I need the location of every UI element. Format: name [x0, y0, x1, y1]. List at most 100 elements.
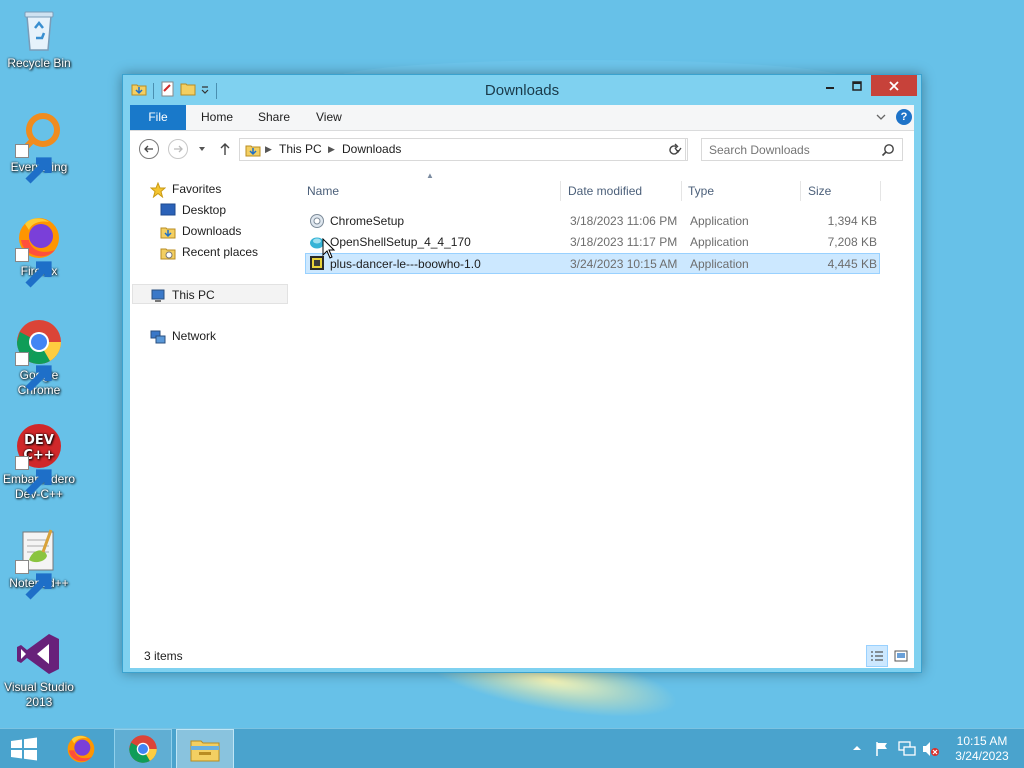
nav-this-pc[interactable]: This PC	[132, 284, 288, 304]
file-type: Application	[690, 235, 749, 249]
close-icon	[889, 80, 899, 91]
column-separator[interactable]	[560, 181, 561, 201]
search-icon[interactable]	[881, 143, 895, 160]
star-icon	[149, 181, 167, 204]
windows-logo-icon	[11, 737, 37, 761]
breadcrumb-this-pc[interactable]: This PC	[279, 142, 322, 156]
help-button[interactable]: ?	[896, 109, 912, 125]
refresh-button[interactable]	[663, 138, 686, 161]
details-view-button[interactable]	[866, 645, 888, 667]
expand-ribbon-button[interactable]	[874, 110, 888, 124]
up-button[interactable]	[214, 138, 236, 160]
forward-arrow-icon	[168, 139, 188, 159]
recent-locations-button[interactable]	[194, 138, 210, 160]
file-row[interactable]: OpenShellSetup_4_4_170 3/18/2023 11:17 P…	[305, 232, 880, 253]
chevron-down-icon	[199, 147, 205, 151]
network-status-icon[interactable]	[898, 741, 916, 760]
notepadpp-icon	[15, 526, 63, 600]
tab-file[interactable]: File	[130, 105, 186, 130]
column-separator[interactable]	[880, 181, 881, 201]
desktop-icon-recycle-bin[interactable]: Recycle Bin	[0, 6, 78, 71]
search-box[interactable]	[701, 138, 903, 161]
downloads-folder-icon	[160, 224, 176, 246]
file-list: ▲ Name Date modified Type Size ChromeSet…	[305, 171, 910, 641]
shortcut-arrow-icon	[15, 560, 52, 600]
shortcut-arrow-icon	[15, 144, 52, 184]
file-row[interactable]: ChromeSetup 3/18/2023 11:06 PM Applicati…	[305, 211, 880, 232]
title-bar[interactable]: Downloads	[123, 75, 921, 105]
devcpp-icon: DEV C++	[15, 422, 63, 496]
chevron-up-icon	[853, 746, 861, 750]
file-explorer-icon	[190, 740, 220, 762]
nav-downloads-label: Downloads	[182, 224, 242, 238]
taskbar-firefox[interactable]	[52, 729, 110, 768]
tab-home[interactable]: Home	[201, 105, 233, 130]
desktop-icon-firefox[interactable]: Firefox	[0, 214, 78, 288]
ribbon-tabs: File Home Share View ?	[130, 105, 914, 131]
desktop-icon-chrome[interactable]: Google Chrome	[0, 318, 78, 398]
address-bar[interactable]: ▶ This PC ▶ Downloads	[239, 138, 688, 161]
file-date-modified: 3/18/2023 11:17 PM	[570, 235, 678, 249]
firefox-icon	[67, 735, 95, 763]
chrome-icon	[129, 735, 157, 763]
close-button[interactable]	[871, 75, 917, 96]
file-date-modified: 3/18/2023 11:06 PM	[570, 214, 678, 228]
desktop-icon-devcpp[interactable]: DEV C++ Embarcadero Dev-C++	[0, 422, 78, 502]
taskbar-file-explorer[interactable]	[176, 729, 234, 768]
column-header-date-modified[interactable]: Date modified	[568, 179, 642, 203]
column-header-type[interactable]: Type	[688, 179, 714, 203]
start-button[interactable]	[0, 729, 48, 768]
desktop-icon-visual-studio[interactable]: Visual Studio 2013	[0, 630, 78, 710]
desktop-icon-notepadpp[interactable]: Notepad++	[0, 526, 78, 600]
minimize-button[interactable]	[817, 75, 843, 96]
chevron-down-icon	[876, 114, 886, 120]
recycle-bin-icon	[15, 6, 63, 54]
file-size: 1,394 KB	[827, 214, 877, 228]
back-button[interactable]	[138, 138, 160, 160]
taskbar-chrome[interactable]	[114, 729, 172, 768]
search-input[interactable]	[702, 139, 877, 160]
nav-favorites-label: Favorites	[172, 182, 222, 196]
taskbar: 10:15 AM 3/24/2023	[0, 728, 1024, 768]
column-separator[interactable]	[800, 181, 801, 201]
forward-button[interactable]	[167, 138, 189, 160]
everything-search-icon	[15, 110, 63, 184]
clock-time: 10:15 AM	[956, 734, 1008, 748]
refresh-icon	[669, 143, 679, 155]
file-size: 4,445 KB	[827, 257, 877, 271]
action-center-flag-icon[interactable]	[874, 741, 890, 760]
computer-icon	[150, 288, 166, 310]
navigation-bar: ▶ This PC ▶ Downloads	[130, 131, 914, 171]
column-separator[interactable]	[681, 181, 682, 201]
desktop-icon-label: Visual Studio 2013	[4, 680, 74, 709]
breadcrumb-downloads[interactable]: Downloads	[342, 142, 401, 156]
tab-view[interactable]: View	[316, 105, 342, 130]
minimize-icon	[826, 86, 834, 89]
mouse-cursor-icon	[322, 237, 336, 263]
details-view-icon	[871, 651, 883, 661]
shortcut-arrow-icon	[15, 248, 52, 288]
file-row-selected[interactable]: plus-dancer-le---boowho-1.0 3/24/2023 10…	[305, 253, 880, 274]
file-type: Application	[690, 257, 749, 271]
desktop-icon-everything[interactable]: Everything	[0, 110, 78, 184]
file-size: 7,208 KB	[827, 235, 877, 249]
chrome-icon	[15, 318, 63, 392]
nav-desktop-label: Desktop	[182, 203, 227, 217]
file-name: OpenShellSetup_4_4_170	[330, 235, 471, 249]
tab-share[interactable]: Share	[258, 105, 290, 130]
file-type: Application	[690, 214, 749, 228]
show-hidden-icons-button[interactable]	[852, 741, 862, 758]
volume-muted-icon[interactable]	[922, 741, 940, 760]
column-header-name[interactable]: Name	[307, 179, 339, 203]
desktop-folder-icon	[160, 203, 176, 223]
visual-studio-icon	[15, 630, 63, 678]
system-clock[interactable]: 10:15 AM 3/24/2023	[950, 734, 1014, 764]
large-icons-view-button[interactable]	[890, 645, 912, 667]
maximize-button[interactable]	[844, 75, 870, 96]
file-name: plus-dancer-le---boowho-1.0	[330, 257, 481, 271]
maximize-icon	[852, 80, 862, 91]
large-icons-view-icon	[894, 650, 908, 662]
column-header-size[interactable]: Size	[808, 179, 831, 203]
nav-network-label: Network	[172, 329, 217, 343]
up-arrow-icon	[220, 143, 230, 155]
